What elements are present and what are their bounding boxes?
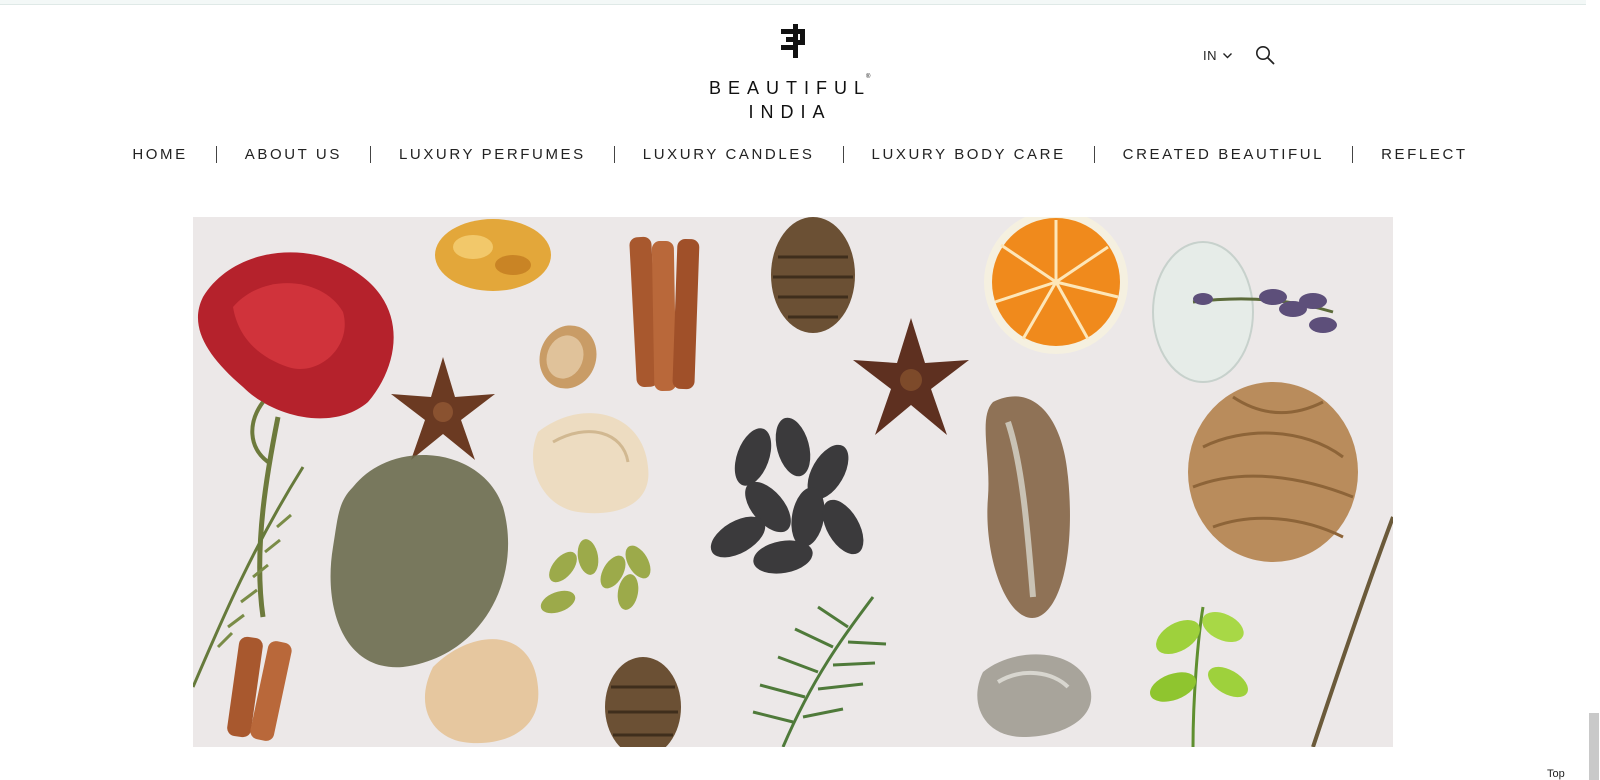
nav-divider (215, 146, 217, 163)
region-label: IN (1203, 48, 1217, 63)
scrollbar-thumb[interactable] (1589, 713, 1599, 780)
region-selector[interactable]: IN (1203, 48, 1233, 63)
beautiful-india-monogram-icon (781, 24, 805, 58)
amber-resin-illustration (435, 219, 551, 291)
nav-item-created-beautiful[interactable]: CREATED BEAUTIFUL (1123, 146, 1324, 163)
pine-cone-illustration (771, 217, 855, 333)
main-navigation: HOME ABOUT US LUXURY PERFUMES LUXURY CAN… (0, 146, 1600, 163)
nav-item-luxury-candles[interactable]: LUXURY CANDLES (643, 146, 815, 163)
top-accent-bar (0, 0, 1600, 5)
nav-item-about-us[interactable]: ABOUT US (245, 146, 342, 163)
nav-divider (1352, 146, 1354, 163)
vetiver-roots-illustration (1188, 382, 1358, 562)
scrollbar-track[interactable] (1586, 0, 1600, 780)
hero-ingredients-image (193, 217, 1393, 747)
nav-divider (1093, 146, 1095, 163)
nav-item-home[interactable]: HOME (132, 146, 187, 163)
ingredients-illustration (193, 217, 1393, 747)
brand-logo[interactable]: BEAUTIFUL ® INDIA (690, 22, 890, 122)
nav-item-luxury-body-care[interactable]: LUXURY BODY CARE (872, 146, 1066, 163)
brand-name-line1: BEAUTIFUL (708, 78, 872, 98)
nav-divider (369, 146, 371, 163)
registered-mark: ® (866, 74, 871, 80)
chevron-down-icon (1223, 52, 1232, 58)
nav-item-luxury-perfumes[interactable]: LUXURY PERFUMES (399, 146, 586, 163)
nav-divider (842, 146, 844, 163)
brand-name-line2: INDIA (748, 102, 832, 122)
search-icon[interactable] (1255, 45, 1275, 65)
nav-item-reflect[interactable]: REFLECT (1381, 146, 1468, 163)
back-to-top-link[interactable]: Top (1547, 768, 1565, 780)
cinnamon-sticks-illustration (629, 236, 700, 392)
nav-divider (613, 146, 615, 163)
